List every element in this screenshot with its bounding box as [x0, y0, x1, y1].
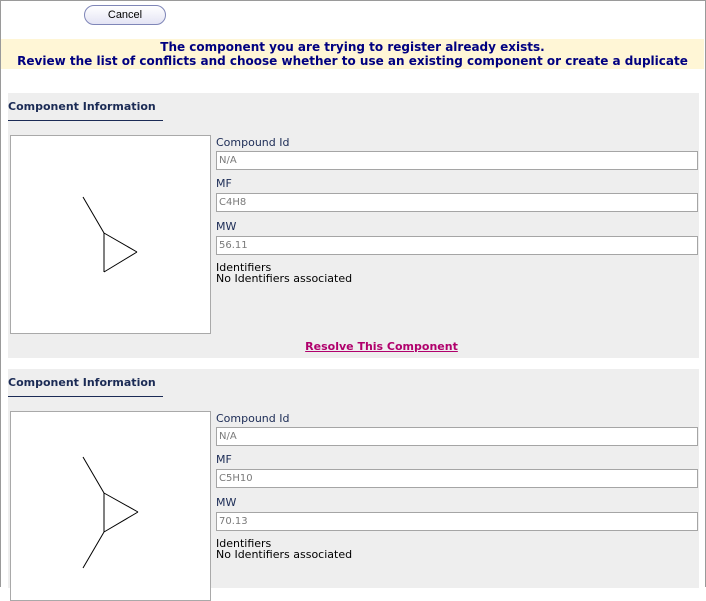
compound-id-label: Compound Id [216, 412, 290, 425]
mw-label: MW [216, 496, 237, 509]
banner-line-2: Review the list of conflicts and choose … [17, 54, 688, 68]
bond-methyl [82, 196, 105, 234]
mw-field[interactable] [216, 236, 698, 255]
component-panel-2: Component Information Compound Id MF MW … [8, 369, 699, 601]
bond-methyl-bottom [82, 531, 105, 569]
panel-title: Component Information [8, 376, 156, 389]
mw-label: MW [216, 220, 237, 233]
banner-line-1: The component you are trying to register… [160, 40, 545, 54]
compound-id-label: Compound Id [216, 136, 290, 149]
panel-title-underline [8, 396, 163, 397]
component-panel-1: Component Information Compound Id MF MW … [8, 93, 699, 358]
mf-field[interactable] [216, 469, 698, 488]
bond-methyl-top [82, 456, 105, 494]
identifiers-value: No Identifiers associated [216, 548, 353, 561]
panel-title-underline [8, 120, 163, 121]
identifiers-value: No Identifiers associated [216, 272, 353, 285]
duplicate-warning-banner: The component you are trying to register… [1, 39, 704, 69]
mf-label: MF [216, 177, 232, 190]
dimethylcyclopropane-structure [82, 456, 139, 569]
mf-field[interactable] [216, 193, 698, 212]
structure-drawing [10, 135, 211, 334]
panel-title: Component Information [8, 100, 156, 113]
compound-id-field[interactable] [216, 151, 698, 170]
cancel-button[interactable]: Cancel [84, 5, 166, 25]
bond-ring-top [103, 492, 139, 513]
structure-drawing [10, 411, 211, 601]
mw-field[interactable] [216, 512, 698, 531]
compound-id-field[interactable] [216, 427, 698, 446]
methylcyclopropane-structure [82, 196, 138, 273]
bond-ring-top [103, 232, 138, 253]
mf-label: MF [216, 453, 232, 466]
bond-ring-bottom [103, 511, 139, 533]
bond-ring-bottom [103, 251, 138, 273]
resolve-component-link[interactable]: Resolve This Component [8, 340, 706, 353]
